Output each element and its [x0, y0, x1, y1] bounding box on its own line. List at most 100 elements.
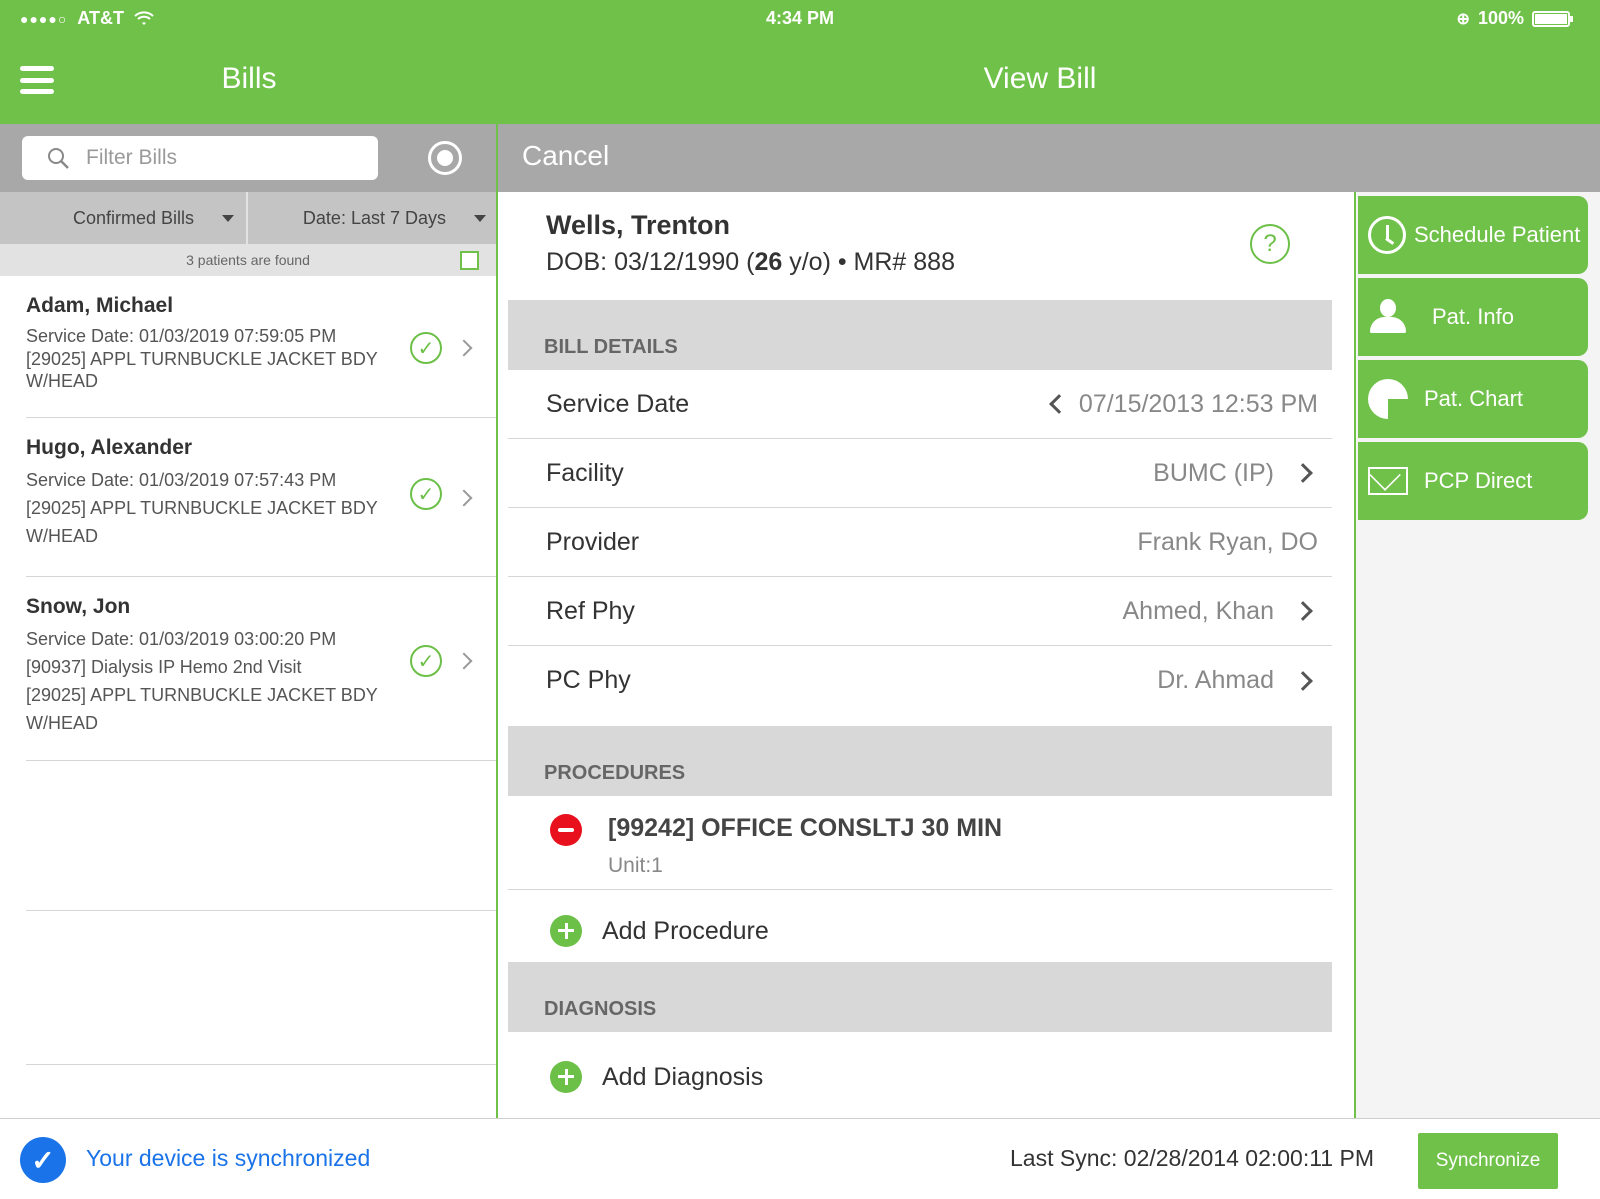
page-title: View Bill: [983, 62, 1097, 95]
pat-info-button[interactable]: Pat. Info: [1358, 278, 1588, 356]
patient-name: Hugo, Alexander: [26, 436, 193, 459]
cancel-button[interactable]: Cancel: [522, 140, 609, 172]
procedure-code: [29025] APPL TURNBUCKLE JACKET BDY W/HEA…: [26, 349, 378, 391]
synchronize-button[interactable]: Synchronize: [1418, 1133, 1558, 1189]
ref-phy-label: Ref Phy: [546, 596, 635, 625]
chevron-right-icon: [1293, 670, 1313, 691]
status-filter-label: Confirmed Bills: [72, 207, 194, 228]
patient-name: Wells, Trenton: [546, 210, 731, 240]
procedure-unit: Unit:1: [608, 854, 663, 877]
list-item[interactable]: Adam, Michael Service Date: 01/03/2019 0…: [26, 276, 496, 418]
procedure-code: [29025] APPL TURNBUCKLE JACKET BDY W/HEA…: [26, 685, 378, 733]
confirmed-check-icon: ✓: [410, 332, 442, 364]
provider-row[interactable]: Provider Frank Ryan, DO: [508, 508, 1332, 577]
patient-header: Wells, Trenton DOB: 03/12/1990 (26 y/o) …: [498, 192, 1328, 300]
procedure-item: [99242] OFFICE CONSLTJ 30 MIN Unit:1: [508, 796, 1332, 890]
facility-label: Facility: [546, 458, 624, 487]
procedure-name: [99242] OFFICE CONSLTJ 30 MIN: [608, 814, 1003, 842]
battery-icon: [1532, 10, 1573, 27]
chevron-right-icon: [455, 489, 473, 507]
procedure-code: [90937] Dialysis IP Hemo 2nd Visit: [26, 657, 302, 677]
mail-icon: [1368, 467, 1408, 495]
add-procedure-button[interactable]: Add Procedure: [508, 896, 1332, 966]
view-bill-pane: Cancel Wells, Trenton DOB: 03/12/1990 (2…: [498, 124, 1600, 1118]
facility-row[interactable]: Facility BUMC (IP): [508, 439, 1332, 508]
bills-list-pane: Filter Bills Confirmed Bills Date: Last …: [0, 124, 498, 1118]
procedures-header: PROCEDURES: [508, 726, 1332, 796]
dob-prefix: DOB: 03/12/1990 (: [546, 248, 755, 276]
service-date: Service Date: 01/03/2019 03:00:20 PM: [26, 629, 337, 649]
patient-age: 26: [754, 248, 783, 276]
schedule-patient-label: Schedule Patient: [1414, 222, 1581, 247]
select-all-checkbox[interactable]: [460, 251, 479, 270]
status-time: 4:34 PM: [765, 8, 835, 28]
list-item[interactable]: Snow, Jon Service Date: 01/03/2019 03:00…: [26, 577, 496, 761]
status-filter-dropdown[interactable]: Confirmed Bills: [0, 192, 248, 244]
battery-percent: 100%: [1477, 8, 1524, 28]
add-icon: [550, 915, 582, 947]
results-count-bar: 3 patients are found: [0, 244, 496, 276]
clock-icon: [1368, 216, 1406, 254]
confirmed-check-icon: ✓: [410, 645, 442, 677]
chevron-right-icon: [455, 652, 473, 670]
ref-phy-row[interactable]: Ref Phy Ahmed, Khan: [508, 577, 1332, 646]
action-pane: Schedule Patient Pat. Info Pat. Chart PC…: [1354, 192, 1600, 1118]
chevron-right-icon: [455, 339, 473, 357]
patient-dob: DOB: 03/12/1990 (26 y/o) • MR# 888: [546, 248, 955, 277]
caret-down-icon: [474, 214, 486, 222]
list-item[interactable]: Hugo, Alexander Service Date: 01/03/2019…: [26, 418, 496, 577]
service-date-label: Service Date: [546, 389, 690, 418]
pat-chart-label: Pat. Chart: [1424, 386, 1524, 411]
bill-details-header: BILL DETAILS: [508, 300, 1332, 370]
pc-phy-row[interactable]: PC Phy Dr. Ahmad: [508, 646, 1332, 715]
chevron-right-icon: [1293, 463, 1313, 483]
search-placeholder: Filter Bills: [86, 146, 178, 169]
service-date-row[interactable]: Service Date 07/15/2013 12:53 PM: [508, 370, 1332, 439]
app-header: ●●●●○ AT&T 4:34 PM ⊕ 100% Bills View Bil…: [0, 0, 1600, 124]
filter-bills-input[interactable]: Filter Bills: [22, 136, 378, 180]
pat-chart-button[interactable]: Pat. Chart: [1358, 360, 1588, 438]
diagnosis-header: DIAGNOSIS: [508, 962, 1332, 1032]
facility-value: BUMC (IP): [1153, 458, 1274, 487]
record-icon[interactable]: [428, 141, 462, 175]
add-diagnosis-label: Add Diagnosis: [602, 1062, 764, 1091]
pc-phy-value: Dr. Ahmad: [1157, 666, 1274, 694]
service-date: Service Date: 01/03/2019 07:59:05 PM: [26, 326, 337, 346]
patient-list: Adam, Michael Service Date: 01/03/2019 0…: [0, 276, 496, 761]
add-icon: [550, 1061, 582, 1093]
caret-down-icon: [222, 214, 234, 222]
help-icon[interactable]: ?: [1250, 224, 1290, 264]
pie-chart-icon: [1368, 379, 1408, 419]
provider-value: Frank Ryan, DO: [1137, 527, 1318, 556]
pcp-direct-label: PCP Direct: [1424, 468, 1533, 493]
sync-check-icon: ✓: [20, 1137, 66, 1183]
dob-suffix: y/o) • MR# 888: [782, 248, 955, 276]
search-icon: [48, 148, 69, 169]
patient-name: Adam, Michael: [26, 294, 174, 317]
procedure-code: [29025] APPL TURNBUCKLE JACKET BDY W/HEA…: [26, 498, 378, 546]
search-bar: Filter Bills: [0, 124, 496, 192]
chevron-left-icon[interactable]: [1049, 394, 1069, 414]
confirmed-check-icon: ✓: [410, 478, 442, 510]
pat-info-label: Pat. Info: [1432, 304, 1514, 329]
bills-title: Bills: [221, 62, 277, 95]
schedule-patient-button[interactable]: Schedule Patient: [1358, 196, 1588, 274]
filter-row: Confirmed Bills Date: Last 7 Days: [0, 192, 496, 244]
date-filter-label: Date: Last 7 Days: [302, 207, 446, 228]
results-count: 3 patients are found: [186, 252, 310, 268]
service-date: Service Date: 01/03/2019 07:57:43 PM: [26, 470, 337, 490]
cancel-bar: Cancel: [498, 124, 1600, 192]
chevron-right-icon: [1293, 601, 1313, 621]
add-procedure-label: Add Procedure: [602, 916, 769, 945]
sync-footer: ✓ Your device is synchronized Last Sync:…: [0, 1118, 1600, 1199]
date-filter-dropdown[interactable]: Date: Last 7 Days: [248, 192, 496, 244]
rotation-lock-icon: ⊕: [1456, 10, 1470, 28]
add-diagnosis-button[interactable]: Add Diagnosis: [508, 1042, 1332, 1112]
pc-phy-label: PC Phy: [546, 666, 631, 694]
provider-label: Provider: [546, 527, 640, 556]
remove-procedure-icon[interactable]: [550, 814, 582, 846]
service-date-value: 07/15/2013 12:53 PM: [1078, 389, 1318, 418]
person-icon: [1368, 297, 1408, 337]
pcp-direct-button[interactable]: PCP Direct: [1358, 442, 1588, 520]
sync-status: Your device is synchronized: [86, 1145, 371, 1171]
